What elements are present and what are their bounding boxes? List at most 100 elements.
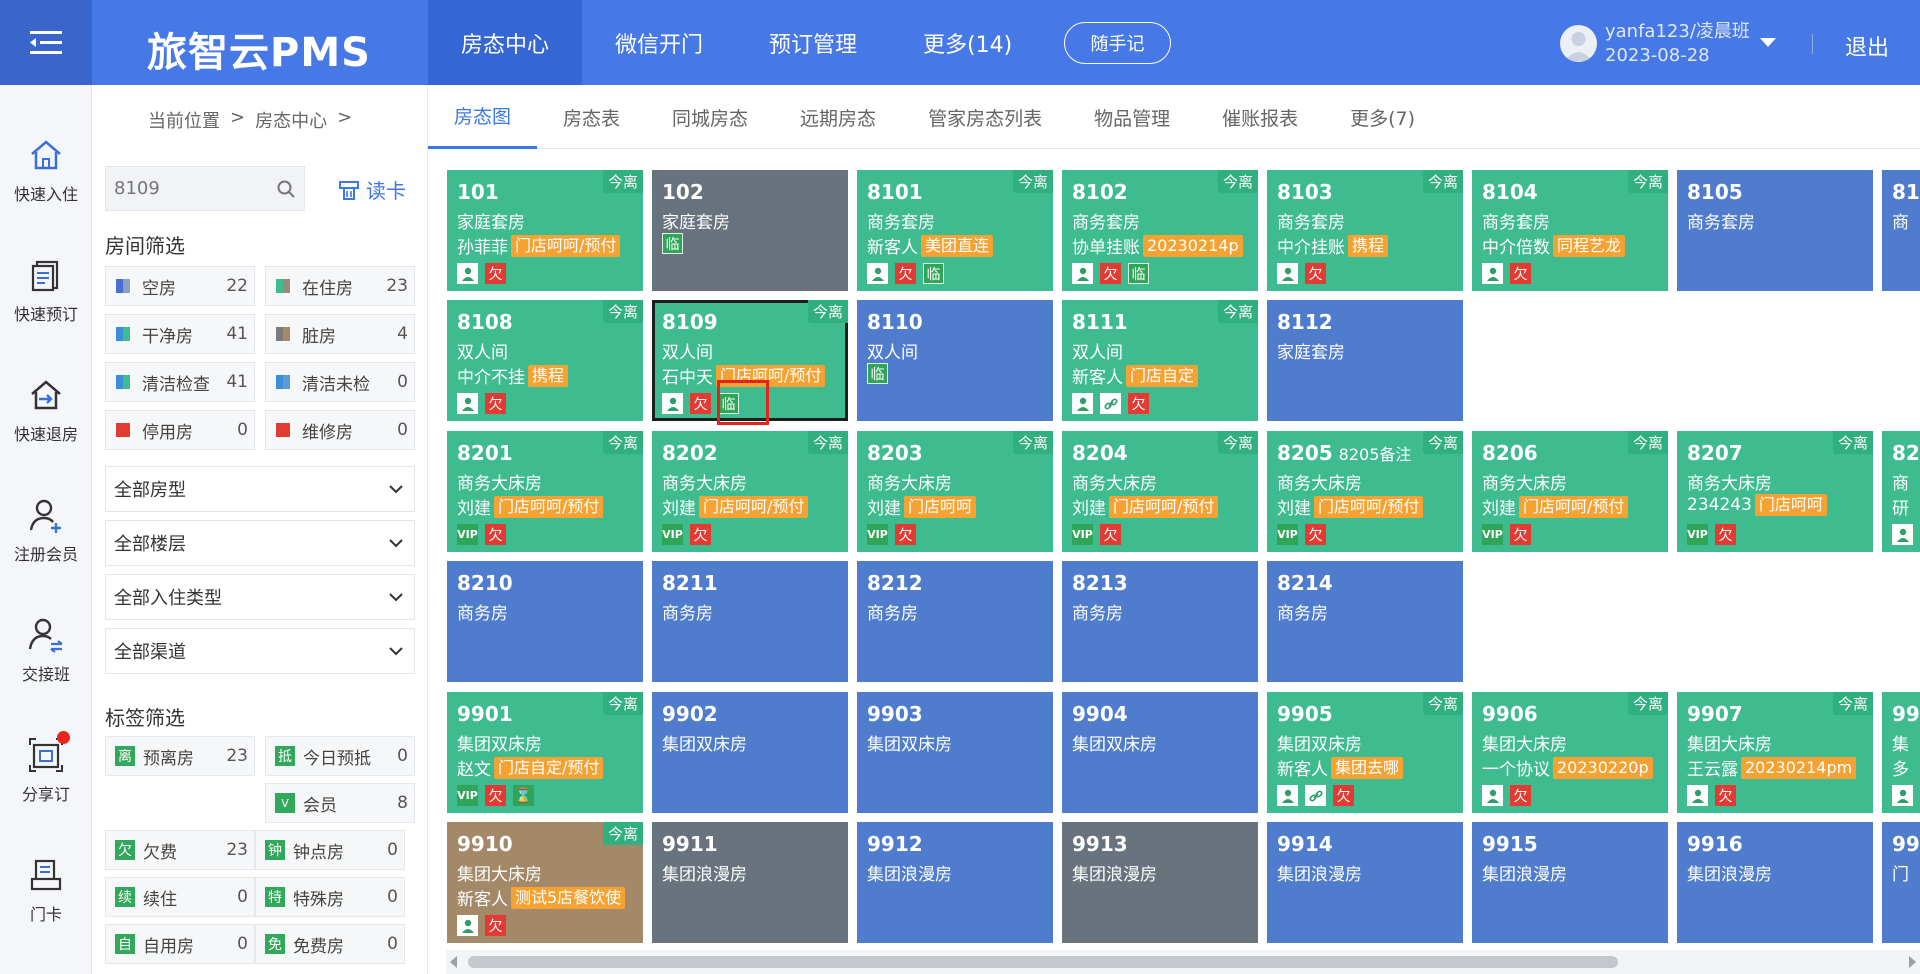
room-card[interactable]: 9902 集团双床房 bbox=[652, 692, 848, 813]
tag-label: 今日预抵 bbox=[303, 748, 371, 769]
tab-forward-rooms[interactable]: 远期房态 bbox=[774, 85, 902, 149]
room-card[interactable]: 9904 集团双床房 bbox=[1062, 692, 1258, 813]
tab-more[interactable]: 更多(7) bbox=[1324, 85, 1441, 149]
room-card[interactable]: 102 家庭套房临 bbox=[652, 170, 848, 291]
filter-maintenance-room[interactable]: 维修房 0 bbox=[265, 410, 415, 450]
tag-filter-self-use[interactable]: 自 自用房 0 bbox=[105, 924, 255, 964]
tab-dunning-report[interactable]: 催账报表 bbox=[1196, 85, 1324, 149]
rail-share-order[interactable]: 分享订 bbox=[0, 729, 92, 825]
channel-select[interactable]: 全部渠道 bbox=[105, 628, 415, 674]
room-card[interactable]: 8105 商务套房 bbox=[1677, 170, 1873, 291]
room-card[interactable]: 8202 商务大床房 刘建 门店呵呵/预付 VIP 欠 今离 bbox=[652, 431, 848, 552]
scroll-right-icon[interactable] bbox=[1909, 956, 1916, 968]
filter-occupied[interactable]: 在住房 23 bbox=[265, 266, 415, 306]
room-card[interactable]: 8210 商务房 bbox=[447, 561, 643, 682]
memo-button[interactable]: 随手记 bbox=[1064, 22, 1171, 64]
room-card[interactable]: 82 商研 bbox=[1882, 431, 1920, 552]
room-card[interactable]: 81 商 bbox=[1882, 170, 1920, 291]
tab-city-rooms[interactable]: 同城房态 bbox=[646, 85, 774, 149]
menu-toggle-button[interactable] bbox=[0, 0, 92, 85]
room-card[interactable]: 9913 集团浪漫房 bbox=[1062, 822, 1258, 943]
filter-clean[interactable]: 干净房 41 bbox=[105, 314, 255, 354]
room-card[interactable]: 8212 商务房 bbox=[857, 561, 1053, 682]
filter-clean-checked[interactable]: 清洁检查 41 bbox=[105, 362, 255, 402]
room-card[interactable]: 8207 商务大床房 234243 门店呵呵 VIP 欠 今离 bbox=[1677, 431, 1873, 552]
checkin-type-select[interactable]: 全部入住类型 bbox=[105, 574, 415, 620]
rail-shift-handover[interactable]: 交接班 bbox=[0, 609, 92, 705]
tag-filter-member[interactable]: V 会员 8 bbox=[265, 783, 415, 823]
room-card[interactable]: 9914 集团浪漫房 bbox=[1267, 822, 1463, 943]
room-card[interactable]: 9901 集团双床房 赵文 门店自定/预付 VIP 欠 ⌛ 今离 bbox=[447, 692, 643, 813]
scroll-left-icon[interactable] bbox=[450, 956, 457, 968]
search-icon[interactable] bbox=[276, 179, 296, 199]
nav-item-room-center[interactable]: 房态中心 bbox=[428, 0, 583, 85]
room-card[interactable]: 9911 集团浪漫房 bbox=[652, 822, 848, 943]
room-card[interactable]: 8211 商务房 bbox=[652, 561, 848, 682]
tab-housekeeper-list[interactable]: 管家房态列表 bbox=[902, 85, 1068, 149]
read-card-button[interactable]: 读卡 bbox=[338, 175, 406, 204]
rail-quick-booking[interactable]: 快速预订 bbox=[0, 249, 92, 345]
filter-disabled-room[interactable]: 停用房 0 bbox=[105, 410, 255, 450]
scroll-thumb[interactable] bbox=[468, 956, 1618, 968]
tag-filter-extend[interactable]: 续 续住 0 bbox=[105, 877, 255, 917]
tag-filter-arrival-today[interactable]: 抵 今日预抵 0 bbox=[265, 736, 415, 776]
rail-register-member[interactable]: 注册会员 bbox=[0, 489, 92, 585]
filter-clean-unchecked[interactable]: 清洁未检 0 bbox=[265, 362, 415, 402]
nav-item-reservation[interactable]: 预订管理 bbox=[736, 0, 890, 85]
room-card[interactable]: 8111 双人间 新客人 门店自定欠 今离 bbox=[1062, 300, 1258, 421]
filter-vacant[interactable]: 空房 22 bbox=[105, 266, 255, 306]
room-type: 集团浪漫房 bbox=[1277, 865, 1362, 885]
floor-select[interactable]: 全部楼层 bbox=[105, 520, 415, 566]
nav-item-wechat-door[interactable]: 微信开门 bbox=[582, 0, 736, 85]
tag-filter-hourly[interactable]: 钟 钟点房 0 bbox=[255, 830, 405, 870]
room-card[interactable]: 8203 商务大床房 刘建 门店呵呵 VIP 欠 今离 bbox=[857, 431, 1053, 552]
chevron-down-icon[interactable] bbox=[1760, 38, 1776, 47]
filter-count: 23 bbox=[386, 276, 408, 296]
tab-room-table[interactable]: 房态表 bbox=[537, 85, 646, 149]
tag-filter-due-out[interactable]: 离 预离房 23 bbox=[105, 736, 255, 776]
room-card[interactable]: 9907 集团大床房 王云露 20230214pm 欠今离 bbox=[1677, 692, 1873, 813]
rail-quick-checkin[interactable]: 快速入住 bbox=[0, 129, 92, 225]
chevron-down-icon bbox=[389, 593, 403, 602]
room-card[interactable]: 8101 商务套房 新客人 美团直连欠临 今离 bbox=[857, 170, 1053, 291]
room-card[interactable]: 99 集多 bbox=[1882, 692, 1920, 813]
room-card[interactable]: 9903 集团双床房 bbox=[857, 692, 1053, 813]
room-card[interactable]: 8214 商务房 bbox=[1267, 561, 1463, 682]
guest-line: 刘建 门店呵呵/预付 bbox=[457, 494, 604, 519]
room-card[interactable]: 8205 8205备注 商务大床房 刘建 门店呵呵/预付 VIP 欠 今离 bbox=[1267, 431, 1463, 552]
room-card[interactable]: 8112 家庭套房 bbox=[1267, 300, 1463, 421]
room-card[interactable]: 9906 集团大床房 一个协议 20230220p 欠 今离 bbox=[1472, 692, 1668, 813]
rail-quick-checkout[interactable]: 快速退房 bbox=[0, 369, 92, 465]
avatar[interactable] bbox=[1560, 25, 1597, 62]
room-card[interactable]: 8103 商务套房 中介挂账 携程欠 今离 bbox=[1267, 170, 1463, 291]
tag-filter-special[interactable]: 特 特殊房 0 bbox=[255, 877, 405, 917]
room-card[interactable]: 8213 商务房 bbox=[1062, 561, 1258, 682]
tag-filter-owing[interactable]: 欠 欠费 23 bbox=[105, 830, 255, 870]
logout-button[interactable]: 退出 bbox=[1845, 30, 1889, 62]
rail-door-card[interactable]: 门卡 bbox=[0, 849, 92, 945]
room-card[interactable]: 9916 集团浪漫房 bbox=[1677, 822, 1873, 943]
room-card[interactable]: 8104 商务套房 中介倍数 同程艺龙欠 今离 bbox=[1472, 170, 1668, 291]
room-card[interactable]: 8201 商务大床房 刘建 门店呵呵/预付 VIP 欠 今离 bbox=[447, 431, 643, 552]
tab-room-map[interactable]: 房态图 bbox=[428, 85, 538, 149]
room-card[interactable]: 9912 集团浪漫房 bbox=[857, 822, 1053, 943]
room-card[interactable]: 8108 双人间 中介不挂 携程欠 今离 bbox=[447, 300, 643, 421]
tab-items[interactable]: 物品管理 bbox=[1068, 85, 1196, 149]
search-input[interactable] bbox=[106, 167, 276, 210]
room-card[interactable]: 8204 商务大床房 刘建 门店呵呵/预付 VIP 欠 今离 bbox=[1062, 431, 1258, 552]
room-card[interactable]: 9910 集团大床房 新客人 测试5店餐饮使欠 今离 bbox=[447, 822, 643, 943]
room-type-select[interactable]: 全部房型 bbox=[105, 466, 415, 512]
room-card[interactable]: 8206 商务大床房 刘建 门店呵呵/预付 VIP 欠 今离 bbox=[1472, 431, 1668, 552]
room-card[interactable]: 8110 双人间临 bbox=[857, 300, 1053, 421]
horizontal-scrollbar[interactable] bbox=[446, 950, 1920, 974]
room-card[interactable]: 9905 集团双床房 新客人 集团去哪欠 今离 bbox=[1267, 692, 1463, 813]
filter-dirty[interactable]: 脏房 4 bbox=[265, 314, 415, 354]
room-card[interactable]: 8102 商务套房 协单挂账 20230214p 欠临 今离 bbox=[1062, 170, 1258, 291]
tag-filter-free[interactable]: 免 免费房 0 bbox=[255, 924, 405, 964]
room-type: 商务大床房 bbox=[1482, 474, 1567, 494]
room-card[interactable]: 99 门 bbox=[1882, 822, 1920, 943]
room-card[interactable]: 101 家庭套房 孙菲菲 门店呵呵/预付欠 今离 bbox=[447, 170, 643, 291]
room-card[interactable]: 9915 集团浪漫房 bbox=[1472, 822, 1668, 943]
breadcrumb-item-room-center[interactable]: 房态中心 bbox=[255, 107, 327, 133]
nav-item-more[interactable]: 更多(14) bbox=[890, 0, 1045, 85]
